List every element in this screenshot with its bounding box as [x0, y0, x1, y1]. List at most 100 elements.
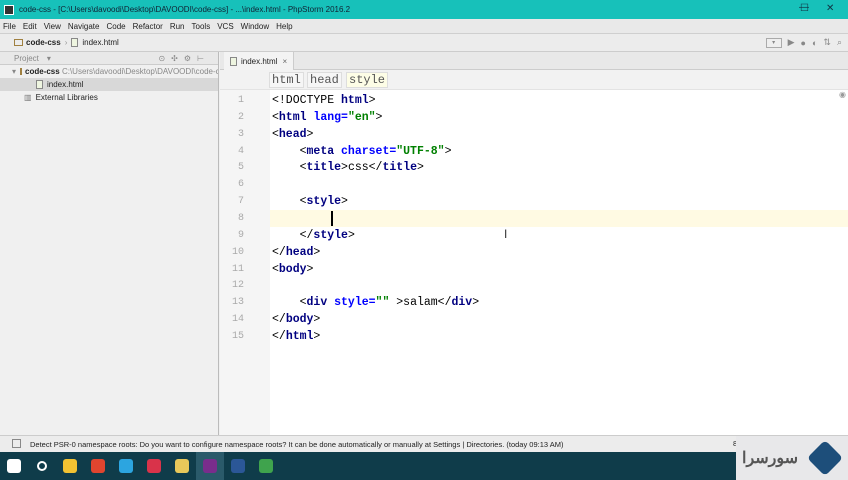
- code-line[interactable]: </head>: [272, 244, 320, 261]
- code-line[interactable]: <!DOCTYPE html>: [272, 92, 376, 109]
- search-icon[interactable]: ⌕: [837, 37, 842, 48]
- vcs-icon[interactable]: ⇅: [823, 37, 831, 48]
- code-token: >: [313, 330, 321, 344]
- tree-item-root[interactable]: ▾ code-css C:\Users\davoodi\Desktop\DAVO…: [0, 65, 218, 78]
- line-number: 8: [237, 213, 244, 225]
- code-line[interactable]: <head>: [272, 126, 313, 143]
- tree-item-file[interactable]: index.html: [0, 78, 218, 91]
- taskbar-chrome-icon[interactable]: [84, 452, 112, 480]
- taskbar-camtasia-icon[interactable]: [252, 452, 280, 480]
- preview-eye-icon[interactable]: ◉: [839, 90, 846, 99]
- code-token: >: [313, 245, 321, 259]
- menu-tools[interactable]: Tools: [192, 22, 211, 31]
- code-line[interactable]: </body>: [272, 311, 320, 328]
- code-token: <: [299, 161, 307, 175]
- tab-index-html[interactable]: index.html ×: [224, 52, 295, 70]
- tree-item-libraries[interactable]: ▥ External Libraries: [0, 91, 218, 104]
- code-token: "UTF-8": [396, 144, 445, 158]
- taskbar-telegram-icon[interactable]: [112, 452, 140, 480]
- code-token: charset=: [341, 144, 397, 158]
- code-line[interactable]: <body>: [272, 261, 313, 278]
- code-line[interactable]: <div style="" >salam</div>: [272, 294, 480, 311]
- code-token: >: [347, 228, 355, 242]
- toggle-panels-icon[interactable]: [12, 439, 21, 448]
- line-number: 1: [237, 95, 244, 106]
- breadcrumb-html[interactable]: html: [269, 72, 304, 88]
- code-token: div: [306, 296, 335, 310]
- html-file-icon: [71, 38, 79, 47]
- code-token: </: [299, 228, 314, 242]
- code-line[interactable]: </style>: [272, 227, 355, 244]
- code-line[interactable]: </html>: [272, 328, 320, 345]
- project-view-dropdown[interactable]: Project: [14, 54, 39, 63]
- breadcrumb-style[interactable]: style: [346, 72, 389, 88]
- code-token: <!DOCTYPE: [272, 94, 342, 107]
- menu-window[interactable]: Window: [241, 22, 269, 31]
- run-icon[interactable]: ▶: [788, 37, 795, 48]
- breadcrumb-head[interactable]: head: [307, 72, 342, 88]
- coverage-icon[interactable]: ◐: [812, 38, 817, 48]
- menu-view[interactable]: View: [44, 22, 61, 31]
- taskbar-folder-icon[interactable]: [168, 452, 196, 480]
- taskbar-search-icon[interactable]: [28, 452, 56, 480]
- taskbar-phpstorm-icon[interactable]: [196, 452, 224, 480]
- menu-edit[interactable]: Edit: [23, 22, 37, 31]
- menu-help[interactable]: Help: [276, 22, 292, 31]
- code-line[interactable]: <html lang="en">: [272, 109, 382, 126]
- taskbar-word-icon[interactable]: [224, 452, 252, 480]
- code-token: style=: [334, 296, 376, 310]
- run-config-dropdown[interactable]: ▾: [765, 37, 782, 48]
- taskbar-start-icon[interactable]: [0, 452, 28, 480]
- close-button[interactable]: ✕: [826, 3, 834, 14]
- line-number: 9: [237, 229, 244, 241]
- code-token: >: [375, 110, 383, 124]
- code-token: html: [285, 330, 314, 344]
- nav-file[interactable]: index.html: [82, 38, 118, 47]
- menu-code[interactable]: Code: [106, 22, 125, 31]
- menu-vcs[interactable]: VCS: [217, 22, 233, 31]
- line-number: 12: [231, 280, 244, 292]
- menu-refactor[interactable]: Refactor: [133, 22, 163, 31]
- line-number: 4: [237, 145, 244, 157]
- debug-icon[interactable]: ●: [801, 38, 806, 48]
- gutter: [220, 90, 270, 435]
- taskbar-dx-icon[interactable]: [140, 452, 168, 480]
- line-number: 13: [231, 297, 244, 309]
- code-token: >: [368, 94, 376, 107]
- run-toolbar: ▾ ▶ ● ◐ ⇅ ⌕: [765, 37, 842, 48]
- code-token: css: [347, 161, 369, 175]
- code-token: body: [285, 313, 314, 327]
- code-token: "en": [347, 110, 376, 124]
- code-token: >: [341, 195, 348, 209]
- code-line[interactable]: <style>: [272, 193, 348, 210]
- code-token: >: [472, 296, 480, 310]
- menu-run[interactable]: Run: [170, 22, 185, 31]
- code-editor[interactable]: ◉ 1 <!DOCTYPE html> 2 <html lang="en"> 3 <hea…: [220, 90, 848, 435]
- maximize-button[interactable]: ☐: [800, 3, 809, 14]
- project-panel: Project ▾ ⊙✣⚙⊢ ▾ code-css C:\Users\davood…: [0, 52, 219, 435]
- breadcrumb: html head style: [220, 70, 848, 90]
- taskbar-file-explorer-icon[interactable]: [56, 452, 84, 480]
- navigation-bar: code-css › index.html ▾ ▶ ● ◐ ⇅ ⌕: [0, 34, 848, 52]
- menu-file[interactable]: File: [3, 22, 16, 31]
- menu-navigate[interactable]: Navigate: [68, 22, 100, 31]
- code-token: body: [278, 262, 307, 276]
- folder-icon: [14, 39, 23, 46]
- panel-tools-icon[interactable]: ⊙✣⚙⊢: [158, 54, 210, 63]
- line-number: 3: [237, 128, 244, 140]
- nav-project[interactable]: code-css: [26, 38, 61, 47]
- code-line[interactable]: <title>css</title>: [272, 159, 424, 176]
- status-bar: Detect PSR-0 namespace roots: Do you wan…: [0, 435, 848, 452]
- code-line[interactable]: <meta charset="UTF-8">: [272, 143, 452, 160]
- status-message[interactable]: Detect PSR-0 namespace roots: Do you wan…: [30, 440, 563, 449]
- line-number: 11: [231, 263, 244, 275]
- code-token: <: [299, 195, 307, 209]
- code-token: meta: [306, 144, 342, 158]
- library-icon: ▥: [24, 93, 32, 102]
- title-bar: code-css - [C:\Users\davoodi\Desktop\DAV…: [0, 0, 848, 19]
- close-tab-icon[interactable]: ×: [282, 57, 287, 66]
